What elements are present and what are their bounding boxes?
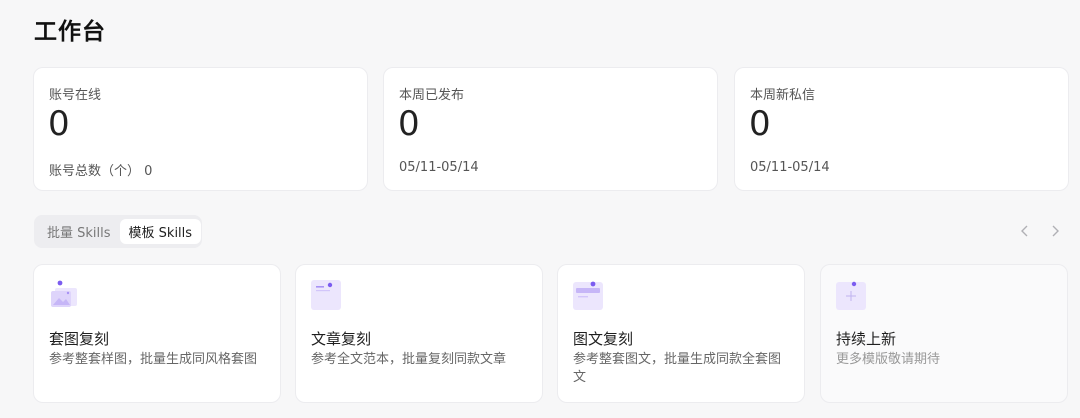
skill-card-article-replicate[interactable]: 文章复刻 参考全文范本，批量复刻同款文章 (295, 264, 543, 403)
image-text-icon (573, 281, 603, 310)
chevron-right-icon (1052, 225, 1059, 237)
stat-card-weekly-published: 本周已发布 0 05/11-05/14 (383, 67, 718, 191)
plus-icon (836, 281, 866, 310)
image-stack-icon (51, 280, 77, 307)
stat-value: 0 (749, 104, 771, 144)
chevron-left-icon (1021, 225, 1028, 237)
stat-label: 本周新私信 (750, 88, 816, 103)
skill-desc: 参考全文范本，批量复刻同款文章 (311, 352, 507, 367)
skills-tab-group: 批量 Skills 模板 Skills (34, 215, 202, 248)
skill-card-image-set-replicate[interactable]: 套图复刻 参考整套样图，批量生成同风格套图 (33, 264, 281, 403)
skill-card-coming-soon: 持续上新 更多模版敬请期待 (820, 264, 1068, 403)
skill-title: 持续上新 (836, 330, 897, 348)
skill-card-image-text-replicate[interactable]: 图文复刻 参考整套图文，批量生成同款全套图文 (557, 264, 805, 403)
stat-value: 0 (398, 104, 420, 144)
skill-title: 套图复刻 (49, 330, 110, 348)
stat-sub: 账号总数（个） 0 (49, 164, 153, 179)
skill-desc: 参考整套图文，批量生成同款全套图文 (573, 352, 782, 385)
page-title: 工作台 (34, 19, 106, 45)
tab-template-skills[interactable]: 模板 Skills (119, 219, 202, 244)
skill-desc: 更多模版敬请期待 (836, 352, 941, 367)
skill-title: 图文复刻 (573, 330, 634, 348)
stat-sub: 05/11-05/14 (399, 160, 479, 175)
stat-card-accounts-online: 账号在线 0 账号总数（个） 0 (33, 67, 368, 191)
skill-desc: 参考整套样图，批量生成同风格套图 (49, 352, 258, 367)
stat-label: 本周已发布 (399, 88, 465, 103)
stat-value: 0 (48, 104, 70, 144)
stat-label: 账号在线 (49, 88, 102, 103)
stat-card-weekly-messages: 本周新私信 0 05/11-05/14 (734, 67, 1069, 191)
skill-title: 文章复刻 (311, 330, 372, 348)
carousel-prev-button[interactable] (1016, 221, 1034, 241)
stat-sub: 05/11-05/14 (750, 160, 830, 175)
carousel-next-button[interactable] (1046, 221, 1064, 241)
article-icon (311, 280, 341, 310)
tab-batch-skills[interactable]: 批量 Skills (38, 219, 120, 244)
